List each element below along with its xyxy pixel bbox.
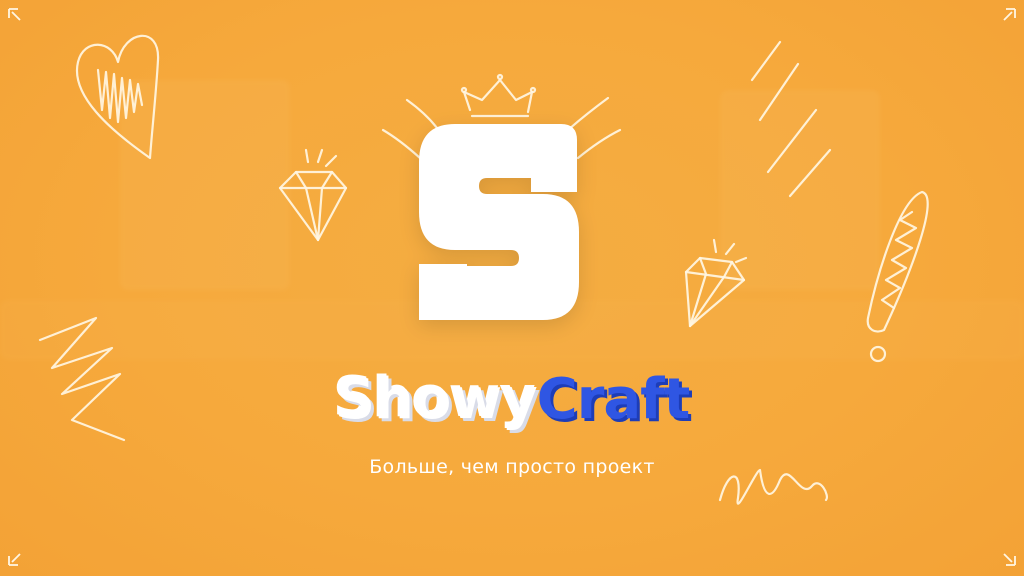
corner-ornament-icon (1003, 8, 1016, 21)
brand-name: ShowyCraft (0, 368, 1024, 432)
crown-icon (460, 73, 537, 118)
tagline: Больше, чем просто проект (369, 456, 655, 478)
diamond-icon (684, 238, 748, 328)
corner-ornament-icon (8, 8, 21, 21)
heart-icon (75, 34, 160, 160)
diamond-icon (278, 148, 348, 242)
banner: ShowyCraft Больше, чем просто проект (0, 0, 1024, 576)
corner-ornament-icon (8, 553, 21, 566)
speed-lines (750, 40, 832, 198)
corner-ornament-icon (1003, 553, 1016, 566)
exclamation-icon (866, 190, 929, 363)
logo-s-icon (419, 124, 579, 320)
brand-name-part2: Craft (536, 367, 691, 432)
brand-name-part1: Showy (334, 367, 538, 432)
